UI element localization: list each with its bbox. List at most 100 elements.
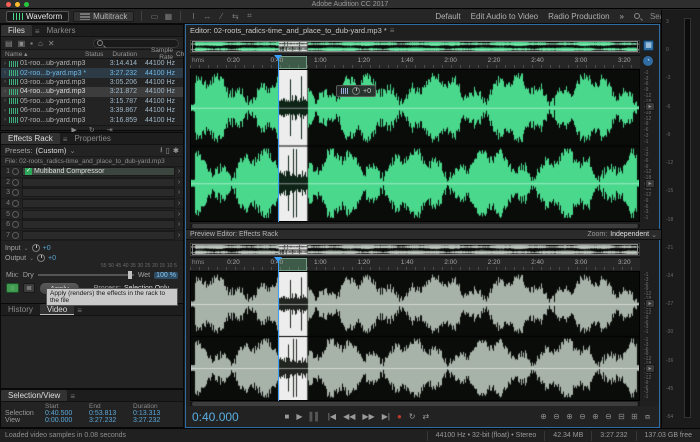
close-file-icon[interactable]: ✕ xyxy=(48,39,55,48)
effect-slot[interactable]: 5› xyxy=(1,209,183,220)
channel-button[interactable]: ▸ xyxy=(645,179,655,188)
fast-forward-button[interactable]: ▶▶ xyxy=(359,412,378,421)
expand-chevron-icon[interactable]: › xyxy=(1,61,9,67)
slot-arrow-icon[interactable]: › xyxy=(175,179,183,186)
effect-slot[interactable]: 3› xyxy=(1,188,183,199)
preview-overview-strip[interactable] xyxy=(190,243,640,256)
slot-body[interactable] xyxy=(22,178,175,187)
main-timeline-ruler[interactable]: hms 0:200:401:001:201:402:002:202:403:00… xyxy=(190,55,640,68)
play-button[interactable]: ▶ xyxy=(293,412,306,421)
channel-button[interactable]: ▸ xyxy=(645,102,655,111)
slot-power-icon[interactable] xyxy=(12,221,19,228)
slot-body[interactable]: ✓Multiband Compressor xyxy=(22,167,175,176)
panel-menu-icon[interactable]: ≡ xyxy=(390,26,395,37)
preview-playhead-marker[interactable] xyxy=(274,257,282,262)
sv-duration-value[interactable]: 0:13.313 xyxy=(133,410,177,417)
preview-divider[interactable]: Preview Editor: Effects Rack Zoom: Indep… xyxy=(186,229,661,240)
zoom-in-button[interactable]: ⊕ xyxy=(538,412,549,422)
delete-preset-icon[interactable]: ▯ xyxy=(166,146,170,155)
levels-meter-panel[interactable]: 30-3-6-9-12-15-18-21-24-27-30-36-45-54 xyxy=(661,10,700,428)
tab-files[interactable]: Files xyxy=(1,25,32,36)
sv-start-value[interactable]: 0:00.000 xyxy=(45,417,89,424)
save-preset-icon[interactable]: ⭳ xyxy=(160,144,163,157)
sv-end-value[interactable]: 3:27.232 xyxy=(89,417,133,424)
zoom-in-amplitude-button[interactable]: ⊕ xyxy=(590,412,601,422)
loop-playback-button[interactable]: ↻ xyxy=(405,412,419,421)
hud-volume-knob[interactable] xyxy=(352,87,360,95)
slot-power-icon[interactable] xyxy=(12,179,19,186)
preview-overview-view-bracket[interactable] xyxy=(192,244,638,255)
channel-button[interactable]: ▸ xyxy=(645,364,655,373)
file-row[interactable]: ›03-roo...ub-yard.mp33:05.20644100 Hz xyxy=(1,78,183,87)
time-selection-tool[interactable]: I xyxy=(188,12,198,21)
loop-region-icon[interactable]: ◔ xyxy=(643,56,653,66)
show-waveform-display-button[interactable]: ▭ xyxy=(149,12,159,21)
preview-playhead-line[interactable] xyxy=(278,257,279,401)
slot-arrow-icon[interactable]: › xyxy=(175,221,183,228)
zoom-out-amplitude-button[interactable]: ⊖ xyxy=(603,412,614,422)
pause-button[interactable]: ▌▌ xyxy=(306,412,324,421)
insert-multitrack-icon[interactable]: ⌂ xyxy=(38,39,43,48)
main-h-scroll-handle[interactable] xyxy=(192,224,638,228)
favorite-preset-icon[interactable]: ✱ xyxy=(173,146,179,155)
preset-dropdown-icon[interactable]: ⌄ xyxy=(69,146,75,155)
tab-history[interactable]: History xyxy=(1,304,40,315)
new-file-icon[interactable]: ▪ xyxy=(30,39,33,48)
stop-button[interactable]: ■ xyxy=(281,412,293,421)
slot-arrow-icon[interactable]: › xyxy=(175,168,183,175)
slot-arrow-icon[interactable]: › xyxy=(175,200,183,207)
record-button[interactable]: ● xyxy=(393,412,405,421)
channel-map-button[interactable]: ≣ xyxy=(23,283,35,293)
zoom-in-time-button[interactable]: ⊕ xyxy=(564,412,575,422)
effect-slot[interactable]: 7› xyxy=(1,231,183,242)
skip-selection-button[interactable]: ⇄ xyxy=(419,412,433,421)
slot-body[interactable] xyxy=(22,220,175,229)
output-gain-knob[interactable] xyxy=(37,254,45,262)
zoom-selection-in-button[interactable]: ⊟ xyxy=(616,412,627,422)
multitrack-view-button[interactable]: Multitrack xyxy=(73,11,134,22)
open-file-icon[interactable]: ▣ xyxy=(18,39,26,48)
files-column-headers[interactable]: Name ▴ Status Duration Sample Rate Ch xyxy=(1,50,183,59)
slot-arrow-icon[interactable]: › xyxy=(175,211,183,218)
file-row[interactable]: ›05-roo...ub-yard.mp33:15.78744100 Hz xyxy=(1,97,183,106)
mix-value[interactable]: 100 % xyxy=(154,272,178,279)
effect-slot[interactable]: 4› xyxy=(1,199,183,210)
slot-body[interactable] xyxy=(22,231,175,240)
main-overview-view-bracket[interactable] xyxy=(192,41,638,52)
slot-body[interactable] xyxy=(22,199,175,208)
tab-markers[interactable]: Markers xyxy=(40,25,83,36)
slot-arrow-icon[interactable]: › xyxy=(175,232,183,239)
tab-effects-rack[interactable]: Effects Rack xyxy=(1,133,60,144)
workspace-edit-audio-to-video[interactable]: Edit Audio to Video xyxy=(471,12,538,21)
output-dropdown-icon[interactable]: ⌄ xyxy=(29,255,34,262)
slot-power-icon[interactable] xyxy=(12,211,19,218)
show-spectral-display-button[interactable]: ▦ xyxy=(163,12,173,21)
zoom-selection-out-button[interactable]: ⊞ xyxy=(629,412,640,422)
slot-power-icon[interactable] xyxy=(12,168,19,175)
marquee-tool[interactable]: ⌗ xyxy=(244,11,254,21)
input-gain-knob[interactable] xyxy=(32,244,40,252)
main-overview-strip[interactable] xyxy=(190,40,640,53)
workspace-radio-production[interactable]: Radio Production xyxy=(548,12,609,21)
slot-arrow-icon[interactable]: › xyxy=(175,189,183,196)
preset-select[interactable]: (Custom) xyxy=(36,146,67,155)
playhead-line[interactable] xyxy=(278,55,279,222)
panel-menu-icon[interactable]: ≡ xyxy=(70,392,75,401)
column-sample-rate[interactable]: Sample Rate xyxy=(137,47,173,61)
rewind-button[interactable]: ◀◀ xyxy=(340,412,359,421)
main-waveform-area[interactable] xyxy=(190,69,640,222)
tab-selection-view[interactable]: Selection/View xyxy=(1,390,67,401)
expand-chevron-icon[interactable]: › xyxy=(1,79,9,85)
sv-start-value[interactable]: 0:40.500 xyxy=(45,410,89,417)
slot-power-icon[interactable] xyxy=(12,200,19,207)
slot-body[interactable] xyxy=(22,210,175,219)
panel-menu-icon[interactable]: ≡ xyxy=(77,306,82,315)
slip-tool[interactable]: ⇆ xyxy=(230,12,240,21)
selection-hud[interactable]: +0 xyxy=(336,85,376,97)
zoom-full-button[interactable]: ⧈ xyxy=(642,412,653,422)
waveform-view-button[interactable]: Waveform xyxy=(6,11,69,22)
range-settings-button[interactable]: ▦ xyxy=(643,40,654,51)
timecode-display[interactable]: 0:40.000 xyxy=(186,410,281,424)
effect-enabled-checkbox[interactable]: ✓ xyxy=(25,168,32,175)
file-row[interactable]: ›06-roo...ub-yard.mp33:39.86744100 Hz xyxy=(1,106,183,115)
